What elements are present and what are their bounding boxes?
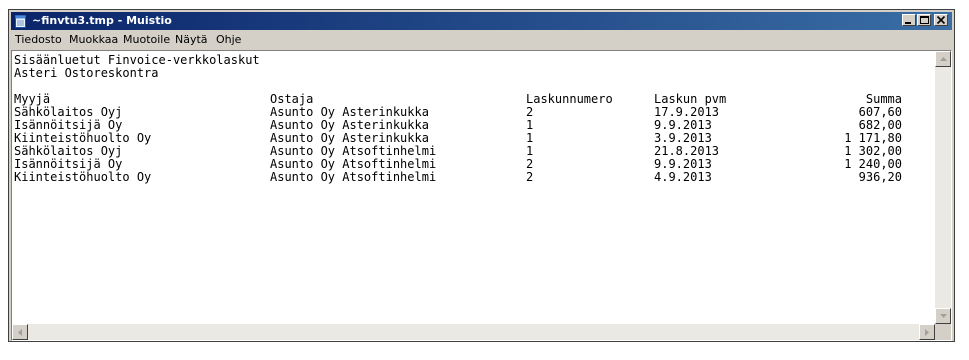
text-editor[interactable]: Sisäänluetut Finvoice-verkkolaskut Aster… bbox=[11, 50, 952, 341]
table-row: Sähkölaitos Oyj Asunto Oy Asterinkukka 2… bbox=[14, 106, 902, 119]
document-text: Sisäänluetut Finvoice-verkkolaskut Aster… bbox=[14, 54, 902, 184]
table-header: Myyjä Ostaja Laskunnumero Laskun pvm Sum… bbox=[14, 93, 902, 106]
menu-view[interactable]: Näytä bbox=[175, 34, 208, 46]
header-invoice-number: Laskunnumero bbox=[526, 92, 613, 106]
table-row: Kiinteistöhuolto Oy Asunto Oy Asterinkuk… bbox=[14, 132, 902, 145]
table-row: Sähkölaitos Oyj Asunto Oy Atsoftinhelmi … bbox=[14, 145, 902, 158]
invoice-table: Myyjä Ostaja Laskunnumero Laskun pvm Sum… bbox=[14, 93, 902, 184]
scroll-down-button[interactable] bbox=[935, 308, 951, 324]
title-bar[interactable]: ~finvtu3.tmp - Muistio bbox=[11, 12, 952, 30]
menu-file[interactable]: Tiedosto bbox=[15, 34, 62, 46]
notepad-window: ~finvtu3.tmp - Muistio Tiedosto Muokkaa … bbox=[8, 9, 955, 342]
window-title: ~finvtu3.tmp - Muistio bbox=[32, 14, 172, 27]
row-invoice-number: 2 bbox=[526, 170, 534, 184]
menu-help[interactable]: Ohje bbox=[216, 34, 241, 46]
document-subtitle: Asteri Ostoreskontra bbox=[14, 66, 159, 80]
row-amount: 936,20 bbox=[858, 170, 902, 184]
horizontal-scrollbar[interactable] bbox=[12, 324, 935, 340]
menu-bar: Tiedosto Muokkaa Muotoile Näytä Ohje bbox=[11, 31, 952, 49]
row-invoice-date: 4.9.2013 bbox=[654, 170, 712, 184]
close-button[interactable] bbox=[934, 14, 948, 26]
scroll-up-button[interactable] bbox=[935, 51, 951, 67]
table-row: Kiinteistöhuolto Oy Asunto Oy Atsoftinhe… bbox=[14, 171, 902, 184]
menu-edit[interactable]: Muokkaa bbox=[69, 34, 118, 46]
notepad-icon bbox=[14, 13, 28, 28]
size-grip[interactable] bbox=[935, 324, 951, 340]
row-buyer: Asunto Oy Atsoftinhelmi bbox=[270, 170, 437, 184]
vertical-scrollbar[interactable] bbox=[935, 51, 951, 324]
scroll-right-button[interactable] bbox=[919, 324, 935, 340]
menu-format[interactable]: Muotoile bbox=[123, 34, 170, 46]
row-seller: Kiinteistöhuolto Oy bbox=[14, 170, 152, 184]
scroll-left-button[interactable] bbox=[12, 324, 28, 340]
maximize-button[interactable] bbox=[917, 14, 931, 26]
minimize-button[interactable] bbox=[902, 14, 916, 26]
